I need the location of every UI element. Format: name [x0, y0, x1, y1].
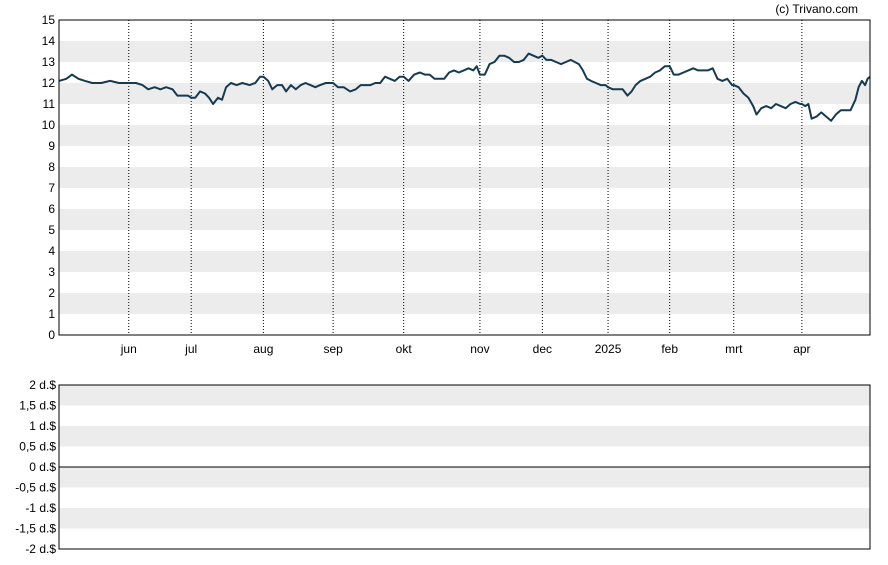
y-tick-label: 7 — [48, 181, 55, 195]
volume-y-tick-label: 1 d.$ — [29, 419, 56, 433]
volume-y-tick-label: -2 d.$ — [25, 542, 56, 556]
month-x-axis-ticks: jun jul aug sep okt nov dec 2025 feb mrt apr — [120, 342, 811, 356]
y-tick-label: 10 — [42, 118, 56, 132]
y-tick-label: 0 — [48, 328, 55, 342]
x-tick-label: apr — [793, 342, 810, 356]
x-tick-label: sep — [323, 342, 343, 356]
volume-panel: 2 d.$ 1,5 d.$ 1 d.$ 0,5 d.$ 0 d.$ -0,5 d.$ -1 … — [15, 378, 871, 556]
copyright-label: (c) Trivano.com — [775, 2, 858, 16]
volume-y-tick-label: 2 d.$ — [29, 378, 56, 392]
stock-chart: (c) Trivano.com 0123456789101112131415 j… — [15, 2, 871, 556]
y-tick-label: 11 — [43, 97, 56, 111]
volume-grid-band — [59, 426, 870, 447]
volume-y-tick-label: -1,5 d.$ — [15, 522, 56, 536]
price-grid-band — [59, 41, 870, 62]
price-grid-band — [59, 293, 870, 314]
price-grid-band — [59, 83, 870, 104]
volume-y-axis-ticks: 2 d.$ 1,5 d.$ 1 d.$ 0,5 d.$ 0 d.$ -0,5 d.$ -1 … — [15, 378, 56, 556]
y-tick-label: 6 — [48, 202, 55, 216]
price-grid-band — [59, 167, 870, 188]
volume-y-tick-label: 0,5 d.$ — [19, 440, 56, 454]
volume-y-tick-label: 1,5 d.$ — [19, 399, 56, 413]
volume-grid-bands — [59, 385, 870, 529]
x-tick-label: mrt — [725, 342, 743, 356]
price-y-axis-ticks: 0123456789101112131415 — [42, 13, 56, 342]
y-tick-label: 4 — [48, 244, 55, 258]
y-tick-label: 15 — [42, 13, 56, 27]
price-panel: 0123456789101112131415 jun jul aug sep okt no… — [42, 13, 871, 356]
volume-grid-band — [59, 508, 870, 529]
price-grid-bands — [59, 41, 870, 314]
x-tick-label: okt — [396, 342, 413, 356]
x-tick-label: dec — [533, 342, 552, 356]
x-tick-label: aug — [253, 342, 273, 356]
price-grid-band — [59, 251, 870, 272]
y-tick-label: 8 — [48, 160, 55, 174]
volume-grid-band — [59, 467, 870, 488]
y-tick-label: 14 — [42, 34, 56, 48]
price-grid-band — [59, 209, 870, 230]
x-tick-label: feb — [661, 342, 678, 356]
y-tick-label: 9 — [48, 139, 55, 153]
volume-y-tick-label: -0,5 d.$ — [15, 481, 56, 495]
volume-grid-band — [59, 385, 870, 406]
price-grid-band — [59, 125, 870, 146]
x-tick-label: nov — [470, 342, 489, 356]
y-tick-label: 13 — [42, 55, 56, 69]
volume-y-tick-label: -1 d.$ — [25, 501, 56, 515]
y-tick-label: 12 — [42, 76, 56, 90]
y-tick-label: 5 — [48, 223, 55, 237]
x-tick-label: jul — [184, 342, 197, 356]
y-tick-label: 2 — [48, 286, 55, 300]
x-tick-label: jun — [120, 342, 137, 356]
x-tick-label: 2025 — [595, 342, 622, 356]
y-tick-label: 1 — [48, 307, 55, 321]
y-tick-label: 3 — [48, 265, 55, 279]
volume-y-tick-label: 0 d.$ — [29, 460, 56, 474]
